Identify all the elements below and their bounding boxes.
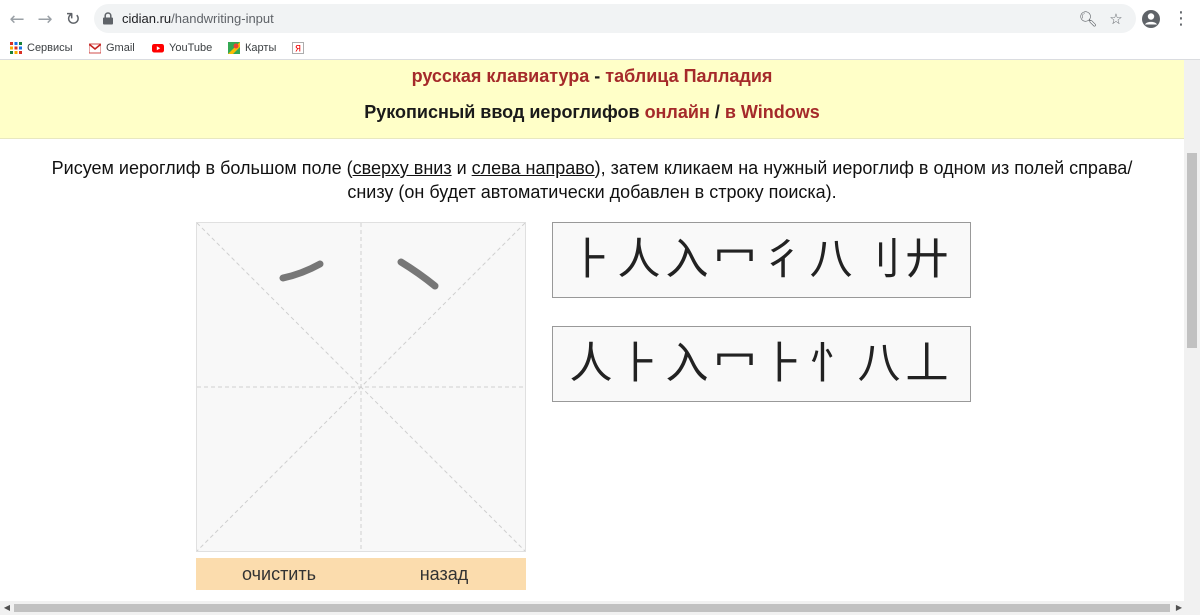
canvas-button-bar: очистить назад — [196, 558, 526, 590]
candidates-box-1: ⺊ 人 入 冖 彳 八 刂 廾 — [552, 222, 971, 298]
site-header: русская клавиатура - таблица Палладия Ру… — [0, 60, 1184, 139]
svg-text:Я: Я — [295, 45, 301, 55]
instr-part3: ), затем кликаем на нужный иероглиф в од… — [594, 158, 1133, 178]
title-separator: / — [709, 102, 725, 122]
candidates-box-2: 人 ⺊ 入 冖 ⺊ 忄 八 丄 — [552, 326, 971, 402]
candidate-char[interactable]: 八 — [855, 334, 903, 394]
candidate-char[interactable]: ⺊ — [567, 230, 615, 290]
scroll-right-arrow-icon[interactable]: ▶ — [1172, 601, 1186, 615]
instr-part2: и — [451, 158, 472, 178]
url-text[interactable]: cidian.ru/handwriting-input — [122, 11, 274, 26]
candidate-char[interactable]: 丄 — [903, 334, 951, 394]
candidate-char[interactable]: 入 — [663, 334, 711, 394]
online-link[interactable]: онлайн — [645, 102, 710, 122]
horizontal-scroll-thumb[interactable] — [14, 604, 1170, 612]
russian-keyboard-link[interactable]: русская клавиатура — [412, 66, 590, 86]
handwriting-canvas[interactable] — [196, 222, 526, 552]
candidate-char[interactable]: 八 — [807, 230, 855, 290]
left-right-link[interactable]: слева направо — [472, 158, 595, 178]
instructions-text: Рисуем иероглиф в большом поле (сверху в… — [10, 156, 1174, 204]
bookmark-maps[interactable]: Карты — [228, 40, 276, 56]
top-down-link[interactable]: сверху вниз — [353, 158, 452, 178]
reload-icon[interactable]: ↻ — [62, 8, 84, 30]
candidate-char[interactable]: 人 — [615, 230, 663, 290]
zoom-icon[interactable]: 🔍︎ — [1078, 9, 1098, 29]
bookmark-youtube[interactable]: YouTube — [152, 40, 212, 56]
candidate-char[interactable]: 冖 — [711, 334, 759, 394]
profile-avatar-icon[interactable] — [1141, 9, 1161, 29]
bookmark-label: Карты — [245, 42, 277, 54]
browser-menu-icon[interactable]: ⋮ — [1172, 8, 1190, 30]
bookmark-label: Gmail — [106, 42, 135, 54]
drawn-stroke-right — [397, 258, 439, 290]
page-title-text: Рукописный ввод иероглифов — [364, 102, 645, 122]
bookmark-gmail[interactable]: Gmail — [89, 40, 135, 56]
candidate-char[interactable]: ⺊ — [615, 334, 663, 394]
youtube-icon — [152, 44, 164, 53]
address-bar[interactable]: cidian.ru/handwriting-input 🔍︎ ☆ — [94, 4, 1136, 33]
vertical-scroll-thumb[interactable] — [1187, 153, 1197, 348]
maps-icon — [228, 42, 240, 54]
back-arrow-icon[interactable]: ← — [6, 8, 28, 30]
browser-toolbar: ← → ↻ cidian.ru/handwriting-input 🔍︎ ☆ ⋮ — [0, 0, 1200, 37]
bookmark-label: Сервисы — [27, 42, 73, 54]
yandex-icon: Я — [292, 42, 304, 54]
candidate-char[interactable]: 廾 — [903, 230, 951, 290]
bookmark-yandex[interactable]: Я — [292, 40, 304, 56]
bookmark-star-icon[interactable]: ☆ — [1106, 9, 1126, 29]
horizontal-scrollbar[interactable]: ◀ ▶ — [0, 601, 1200, 615]
bookmark-label: YouTube — [169, 42, 213, 54]
page-title: Рукописный ввод иероглифов онлайн / в Wi… — [0, 102, 1184, 123]
palladius-table-link[interactable]: таблица Палладия — [605, 66, 772, 86]
canvas-guides — [197, 223, 525, 551]
clear-button[interactable]: очистить — [196, 558, 362, 590]
candidate-char[interactable]: 彳 — [759, 230, 807, 290]
apps-grid-icon — [10, 42, 22, 54]
bookmark-services[interactable]: Сервисы — [10, 40, 73, 56]
candidate-char[interactable]: ⺊ — [759, 334, 807, 394]
windows-link[interactable]: в Windows — [725, 102, 820, 122]
page-viewport: русская клавиатура - таблица Палладия Ру… — [0, 60, 1184, 601]
gmail-icon — [89, 43, 101, 54]
scroll-left-arrow-icon[interactable]: ◀ — [0, 601, 14, 615]
undo-button[interactable]: назад — [362, 558, 526, 590]
instr-part1: Рисуем иероглиф в большом поле ( — [51, 158, 353, 178]
candidate-char[interactable]: 刂 — [855, 230, 903, 290]
candidate-char[interactable]: 人 — [567, 334, 615, 394]
drawn-stroke-left — [279, 260, 324, 282]
candidate-char[interactable]: 忄 — [807, 334, 855, 394]
header-links: русская клавиатура - таблица Палладия — [0, 66, 1184, 87]
candidate-char[interactable]: 入 — [663, 230, 711, 290]
candidate-char[interactable]: 冖 — [711, 230, 759, 290]
header-separator: - — [589, 66, 606, 86]
vertical-scrollbar[interactable] — [1184, 60, 1200, 601]
bookmarks-bar: Сервисы Gmail YouTube Карты Я — [0, 37, 1200, 60]
lock-icon[interactable] — [102, 12, 114, 25]
forward-arrow-icon[interactable]: → — [34, 8, 56, 30]
instr-line2: снизу (он будет автоматически добавлен в… — [347, 182, 837, 202]
